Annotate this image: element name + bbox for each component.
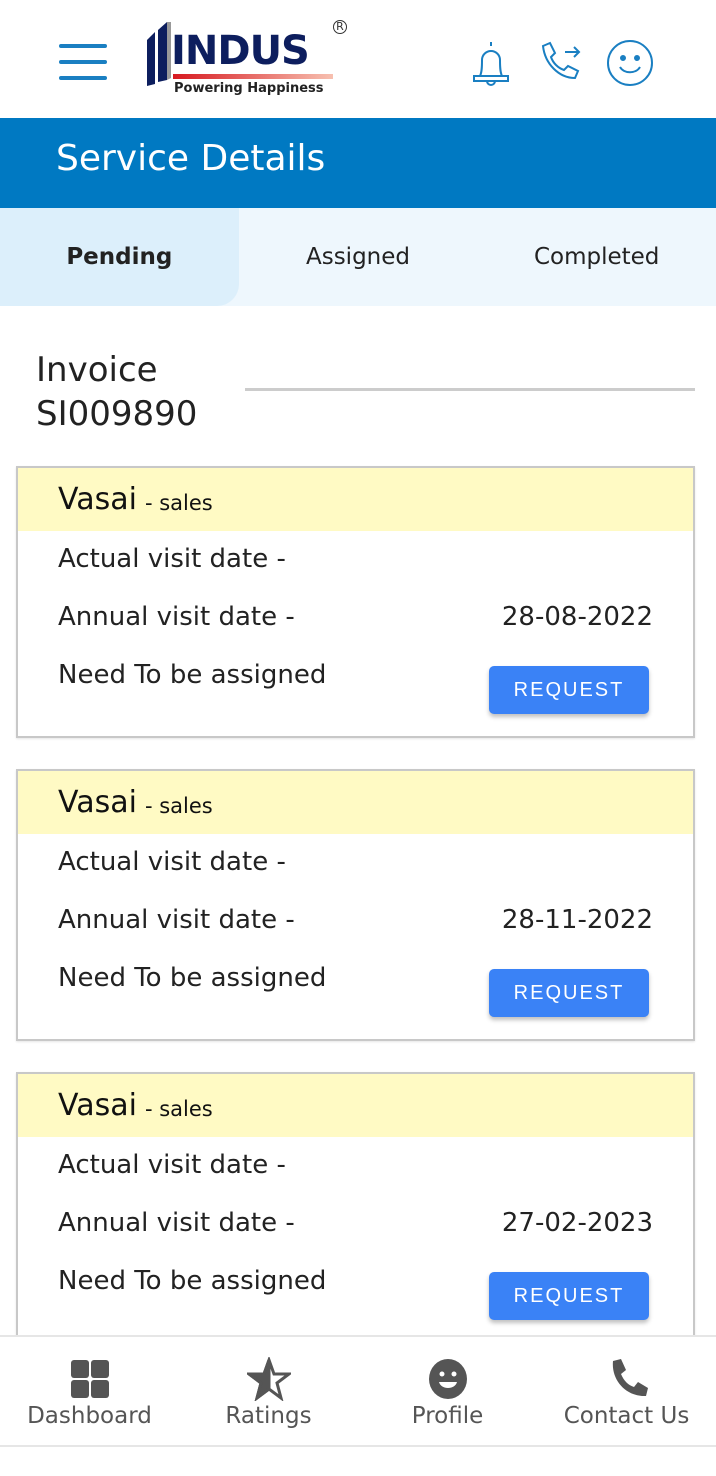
page-title: Service Details: [56, 138, 326, 179]
grid-icon: [70, 1360, 109, 1398]
phone-icon: [612, 1359, 648, 1397]
invoice-heading: Invoice SI009890: [36, 350, 198, 434]
nav-profile[interactable]: Profile: [358, 1337, 537, 1445]
divider: [245, 388, 695, 391]
card-location: Vasai: [58, 482, 137, 517]
request-button[interactable]: REQUEST: [489, 969, 649, 1017]
request-button[interactable]: REQUEST: [489, 1272, 649, 1320]
annual-visit-label: Annual visit date -: [58, 1208, 295, 1238]
call-forward-icon[interactable]: [535, 38, 585, 88]
annual-visit-date: 27-02-2023: [501, 1208, 653, 1238]
indus-logo: INDUS R Powering Happiness: [145, 18, 355, 100]
actual-visit-label: Actual visit date -: [58, 544, 286, 574]
top-bar: INDUS R Powering Happiness: [0, 0, 716, 118]
invoice-number: SI009890: [36, 394, 198, 434]
menu-icon[interactable]: [59, 44, 107, 80]
nav-ratings[interactable]: Ratings: [179, 1337, 358, 1445]
tab-completed[interactable]: Completed: [477, 208, 716, 306]
annual-visit-date: 28-11-2022: [501, 905, 653, 935]
status-text: Need To be assigned: [58, 1266, 327, 1296]
status-text: Need To be assigned: [58, 660, 327, 690]
bottom-nav: Dashboard Ratings Profile Contact Us: [0, 1335, 716, 1447]
status-text: Need To be assigned: [58, 963, 327, 993]
face-icon: [428, 1359, 467, 1399]
star-icon: [246, 1357, 291, 1401]
nav-dashboard[interactable]: Dashboard: [0, 1337, 179, 1445]
annual-visit-label: Annual visit date -: [58, 905, 295, 935]
annual-visit-label: Annual visit date -: [58, 602, 295, 632]
nav-contact-us[interactable]: Contact Us: [537, 1337, 716, 1445]
page-banner: Service Details: [0, 118, 716, 208]
service-card: Vasai - sales Actual visit date - Annual …: [16, 769, 695, 1041]
bell-icon[interactable]: [466, 38, 516, 88]
actual-visit-label: Actual visit date -: [58, 1150, 286, 1180]
tab-assigned[interactable]: Assigned: [239, 208, 478, 306]
card-location: Vasai: [58, 785, 137, 820]
card-location: Vasai: [58, 1088, 137, 1123]
annual-visit-date: 28-08-2022: [501, 602, 653, 632]
smiley-icon[interactable]: [605, 38, 655, 88]
service-card: Vasai - sales Actual visit date - Annual …: [16, 466, 695, 738]
tab-pending[interactable]: Pending: [0, 208, 239, 306]
actual-visit-label: Actual visit date -: [58, 847, 286, 877]
request-button[interactable]: REQUEST: [489, 666, 649, 714]
service-card: Vasai - sales Actual visit date - Annual …: [16, 1072, 695, 1344]
status-tabs: Pending Assigned Completed: [0, 208, 716, 306]
